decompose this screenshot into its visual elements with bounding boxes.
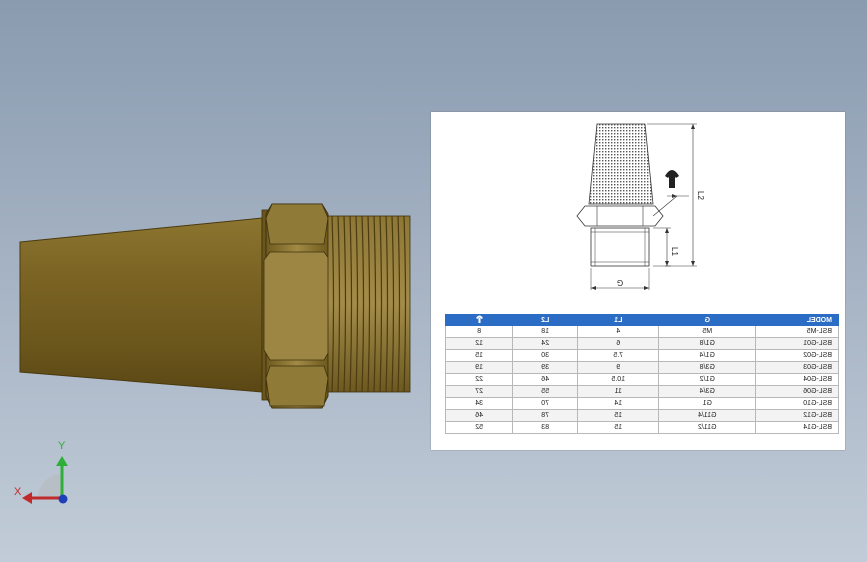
hex-nut <box>261 203 331 409</box>
z-axis-dot <box>58 494 68 504</box>
column-header-l1: L1 <box>577 314 659 326</box>
cell-wrench: 12 <box>445 337 513 350</box>
cell-model: BSL-G04 <box>755 373 839 386</box>
table-row: BSL-G01 G1/8 6 24 12 <box>445 337 839 350</box>
x-axis-label: X <box>14 486 22 498</box>
table-row: BSL-G12 G11/4 15 78 46 <box>445 409 839 422</box>
drawing-thread <box>590 227 650 267</box>
table-row: BSL-G03 G3/8 9 39 19 <box>445 361 839 374</box>
cell-g: G3/8 <box>658 361 756 374</box>
cell-g: G11/4 <box>658 409 756 422</box>
table-row: BSL-G06 G3/4 11 55 27 <box>445 385 839 398</box>
y-axis-label: Y <box>58 440 66 452</box>
cell-model: BSL-G02 <box>755 349 839 362</box>
silencer-dimension-drawing: G L1 L2 <box>576 123 705 290</box>
cell-l2: 78 <box>512 409 578 422</box>
table-row: BSL-G14 G11/2 15 83 52 <box>445 421 839 434</box>
cell-g: G1/4 <box>658 349 756 362</box>
cell-l1: 11 <box>577 385 659 398</box>
table-row: BSL-M5 M5 4 18 8 <box>445 325 839 338</box>
cell-model: BSL-G14 <box>755 421 839 434</box>
cell-wrench: 27 <box>445 385 513 398</box>
cell-wrench: 34 <box>445 397 513 410</box>
table-row: BSL-G04 G1/2 10.5 46 22 <box>445 373 839 386</box>
cell-l1: 15 <box>577 409 659 422</box>
cell-l2: 46 <box>512 373 578 386</box>
cell-wrench: 46 <box>445 409 513 422</box>
threaded-end <box>327 215 411 393</box>
cell-l2: 24 <box>512 337 578 350</box>
cad-viewport[interactable]: Y X G L1 L2 MODEL G L1 L2 BSL-M5 M5 4 18… <box>0 0 867 562</box>
column-header-g: G <box>658 314 756 326</box>
column-header-wrench <box>445 314 513 326</box>
dimension-label-l2: L2 <box>696 191 705 200</box>
cell-g: G1/2 <box>658 373 756 386</box>
spec-sheet-image: G L1 L2 MODEL G L1 L2 BSL-M5 M5 4 18 8 B… <box>431 112 845 450</box>
cell-l1: 14 <box>577 397 659 410</box>
cell-l1: 7.5 <box>577 349 659 362</box>
cell-wrench: 22 <box>445 373 513 386</box>
cell-l2: 30 <box>512 349 578 362</box>
cell-model: BSL-M5 <box>755 325 839 338</box>
cell-l2: 70 <box>512 397 578 410</box>
y-axis-arrow <box>56 456 68 466</box>
table-row: BSL-G10 G1 14 70 34 <box>445 397 839 410</box>
wrench-icon <box>652 170 689 217</box>
cell-wrench: 8 <box>445 325 513 338</box>
cell-wrench: 52 <box>445 421 513 434</box>
cell-l2: 18 <box>512 325 578 338</box>
cell-l1: 9 <box>577 361 659 374</box>
cell-model: BSL-G01 <box>755 337 839 350</box>
cell-wrench: 19 <box>445 361 513 374</box>
table-header-row: MODEL G L1 L2 <box>445 314 839 326</box>
drawing-mesh-cone <box>588 123 654 205</box>
triad-plane <box>38 474 62 498</box>
coordinate-triad: Y X <box>10 438 80 508</box>
table-row: BSL-G02 G1/4 7.5 30 15 <box>445 349 839 362</box>
cell-l1: 15 <box>577 421 659 434</box>
cell-g: G1/8 <box>658 337 756 350</box>
column-header-model: MODEL <box>755 314 839 326</box>
drawing-hex-nut <box>576 205 664 227</box>
spec-table: MODEL G L1 L2 BSL-M5 M5 4 18 8 BSL-G01 G1/8 6 24… <box>445 314 839 434</box>
cell-l2: 55 <box>512 385 578 398</box>
cell-model: BSL-G10 <box>755 397 839 410</box>
cell-g: G11/2 <box>658 421 756 434</box>
cell-model: BSL-G12 <box>755 409 839 422</box>
dimension-label-g: G <box>617 278 623 287</box>
column-header-l2: L2 <box>512 314 578 326</box>
cell-wrench: 15 <box>445 349 513 362</box>
cell-l1: 6 <box>577 337 659 350</box>
cell-g: G3/4 <box>658 385 756 398</box>
cell-model: BSL-G03 <box>755 361 839 374</box>
cell-model: BSL-G06 <box>755 385 839 398</box>
cell-l2: 83 <box>512 421 578 434</box>
wrench-icon <box>475 315 483 323</box>
filter-cone-body <box>19 217 263 393</box>
cell-g: M5 <box>658 325 756 338</box>
x-axis-arrow <box>22 492 32 504</box>
cell-g: G1 <box>658 397 756 410</box>
dimension-label-l1: L1 <box>670 247 679 256</box>
cell-l1: 4 <box>577 325 659 338</box>
cell-l2: 39 <box>512 361 578 374</box>
cell-l1: 10.5 <box>577 373 659 386</box>
